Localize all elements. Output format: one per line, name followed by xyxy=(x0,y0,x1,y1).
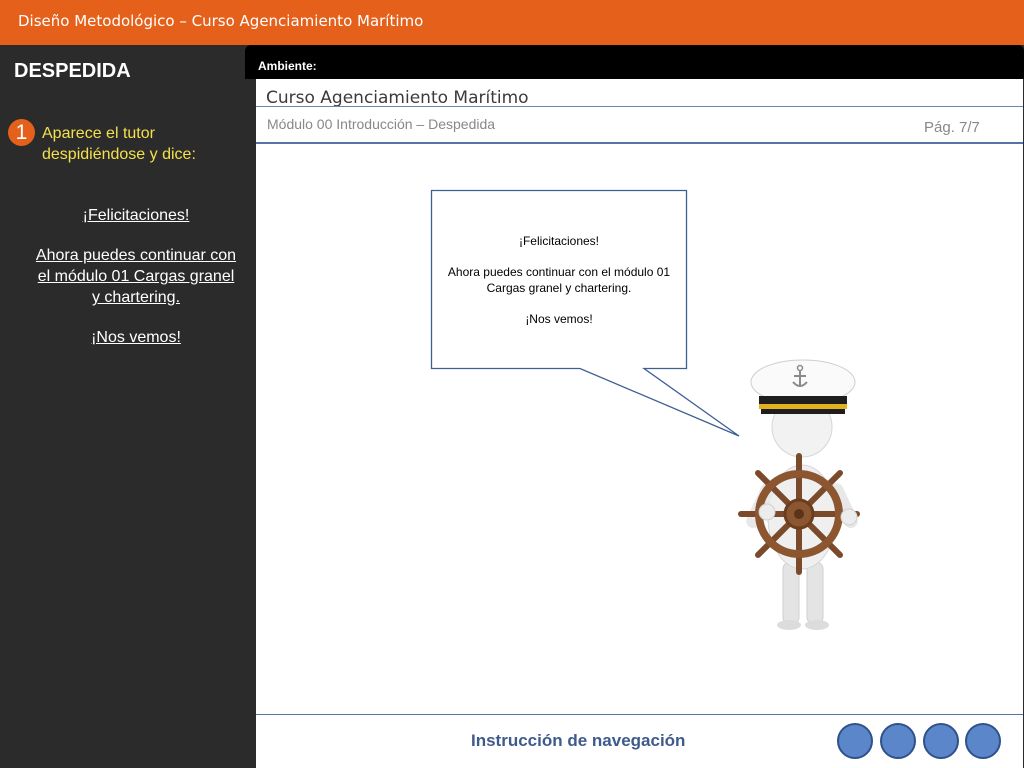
course-title: Curso Agenciamiento Marítimo xyxy=(266,88,529,108)
nav-button-3[interactable] xyxy=(923,723,959,759)
bubble-line: Ahora puedes continuar con el módulo 01 … xyxy=(447,265,671,295)
nav-button-4[interactable] xyxy=(965,723,1001,759)
tutor-dialog-script: ¡Felicitaciones! Ahora puedes continuar … xyxy=(34,205,238,367)
nav-button-1[interactable] xyxy=(837,723,873,759)
bubble-line: ¡Nos vemos! xyxy=(525,312,593,326)
sidebar: DESPEDIDA 1 Aparece el tutor despidiéndo… xyxy=(0,45,254,768)
top-bar: Diseño Metodológico – Curso Agenciamient… xyxy=(0,0,1024,45)
window-title: Diseño Metodológico – Curso Agenciamient… xyxy=(18,12,424,30)
speech-bubble-text: ¡Felicitaciones! Ahora puedes continuar … xyxy=(441,233,677,342)
header-divider xyxy=(256,106,1023,107)
stage-label: Ambiente: xyxy=(258,59,317,73)
dialog-line: Ahora puedes continuar con el módulo 01 … xyxy=(35,247,237,306)
dialog-line: ¡Nos vemos! xyxy=(91,329,181,346)
stage-header: Ambiente: xyxy=(245,45,1024,79)
bubble-line: ¡Felicitaciones! xyxy=(518,234,600,248)
nav-button-2[interactable] xyxy=(880,723,916,759)
step-description: Aparece el tutor despidiéndose y dice: xyxy=(42,125,196,163)
section-heading: DESPEDIDA xyxy=(14,60,131,82)
captain-tutor-figure-icon xyxy=(738,359,860,630)
navigation-instruction: Instrucción de navegación xyxy=(471,731,686,750)
anchor-icon xyxy=(750,359,856,414)
page-indicator: Pág. 7/7 xyxy=(924,119,980,136)
ship-wheel-icon xyxy=(738,453,860,575)
module-label: Módulo 00 Introducción – Despedida xyxy=(267,116,496,132)
step-number-badge: 1 xyxy=(8,119,35,146)
dialog-line: ¡Felicitaciones! xyxy=(82,207,190,224)
footer-divider xyxy=(256,714,1023,715)
subheader-divider xyxy=(256,142,1023,144)
